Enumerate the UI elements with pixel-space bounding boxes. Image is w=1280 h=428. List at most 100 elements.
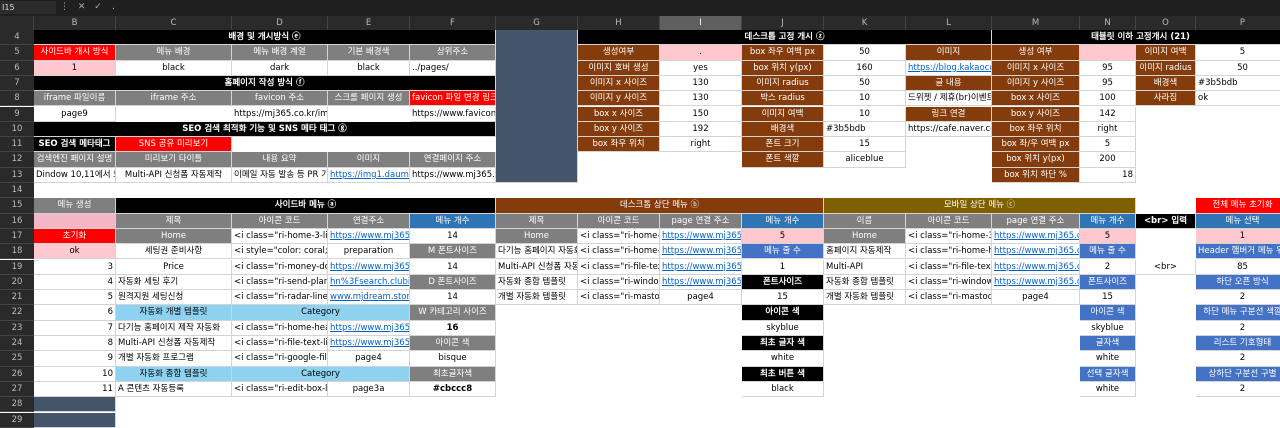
cell-J17[interactable]: 5 bbox=[742, 228, 824, 245]
cell-B13[interactable]: Dindow 10,11에서 모 bbox=[34, 167, 116, 183]
column-header-B[interactable]: B bbox=[34, 16, 116, 30]
cell-E6[interactable]: black bbox=[328, 60, 410, 76]
cell-K7[interactable]: 50 bbox=[824, 75, 906, 92]
cell-F23[interactable]: 16 bbox=[410, 320, 496, 336]
cell-M13[interactable]: box 위치 하단 % bbox=[992, 167, 1080, 183]
cell-N27[interactable]: white bbox=[1080, 381, 1136, 398]
cell-F21[interactable]: 14 bbox=[410, 290, 496, 306]
cell-K8[interactable]: 10 bbox=[824, 91, 906, 107]
cell-C13[interactable]: Multi-API 신청폼 자동제작 bbox=[116, 167, 232, 183]
cell-J5[interactable]: box 좌우 여백 px bbox=[742, 45, 824, 61]
cell-N10[interactable]: right bbox=[1080, 121, 1136, 138]
cell-P26[interactable]: 상하단 구분선 구별 bbox=[1196, 366, 1280, 382]
cell-L17[interactable]: <i class="ri-home-3-lin bbox=[906, 228, 992, 245]
cell-D19[interactable]: <i class="ri-money-dollar bbox=[232, 259, 328, 275]
cell-N6[interactable]: 95 bbox=[1080, 60, 1136, 76]
cell-H8[interactable]: 이미지 y 사이즈 bbox=[578, 91, 660, 107]
cell-I20[interactable]: https://www.mj365.c bbox=[660, 274, 742, 291]
cell-N23[interactable]: skyblue bbox=[1080, 320, 1136, 336]
cell-D23[interactable]: <i class="ri-home-heart-l bbox=[232, 320, 328, 336]
cell-I9[interactable]: 150 bbox=[660, 106, 742, 122]
cell-H18[interactable]: <i class="ri-home-hea bbox=[578, 244, 660, 260]
column-header-L[interactable]: L bbox=[906, 16, 992, 30]
cell-L6[interactable]: https://blog.kakaocdn bbox=[906, 60, 992, 76]
cell-P15[interactable]: 전체 메뉴 초기화 bbox=[1196, 198, 1280, 214]
cell-J11[interactable]: 폰트 크기 bbox=[742, 137, 824, 153]
cell-B21[interactable]: 5 bbox=[34, 290, 116, 306]
cell-J22[interactable]: 아이콘 색 bbox=[742, 305, 824, 321]
cell-F13[interactable]: https://www.mj365.co.kr/ bbox=[410, 167, 496, 183]
row-header-12[interactable]: 12 bbox=[0, 152, 34, 168]
column-header-M[interactable]: M bbox=[992, 16, 1080, 30]
cell-F5[interactable]: 상위주소 bbox=[410, 45, 496, 61]
cell-L7[interactable]: 글 내용 bbox=[906, 75, 992, 92]
sheet-grid[interactable]: 배경 및 개시방식 ⓔ 사이드바 개시 방식 메뉴 배경 메뉴 배경 계열 기본 배경색… bbox=[34, 30, 1280, 428]
row-header-24[interactable]: 24 bbox=[0, 336, 34, 352]
row-header-10[interactable]: 10 bbox=[0, 121, 34, 138]
cell-E23[interactable]: https://www.mj365.c bbox=[328, 320, 410, 336]
column-header-G[interactable]: G bbox=[496, 16, 578, 30]
cell-M5[interactable]: 생성 여부 bbox=[992, 45, 1080, 61]
cell-E17[interactable]: https://www.mj365.c bbox=[328, 228, 410, 245]
cell-O16[interactable]: <br> 입력 bbox=[1136, 213, 1196, 229]
cell-L5[interactable]: 이미지 bbox=[906, 45, 992, 61]
cell-C12[interactable]: 미리보기 타이틀 bbox=[116, 152, 232, 168]
cell-K20[interactable]: 자동화 종합 템플릿 bbox=[824, 274, 906, 291]
column-header-E[interactable]: E bbox=[328, 16, 410, 30]
formula-input[interactable]: . bbox=[108, 1, 1280, 14]
cell-J18[interactable]: 메뉴 줄 수 bbox=[742, 244, 824, 260]
cell-D20[interactable]: <i class="ri-send-plane-fill bbox=[232, 274, 328, 291]
cell-J27[interactable]: black bbox=[742, 381, 824, 398]
cell-B15[interactable]: 메뉴 생성 bbox=[34, 198, 116, 214]
cell-F25[interactable]: bisque bbox=[410, 351, 496, 367]
cell-P24[interactable]: 리스트 기호형태 bbox=[1196, 336, 1280, 352]
cell-I18[interactable]: https://www.mj365.c bbox=[660, 244, 742, 260]
column-header-C[interactable]: C bbox=[116, 16, 232, 30]
cell-J20[interactable]: 폰트사이즈 bbox=[742, 274, 824, 291]
cell-J12[interactable]: 폰트 색깔 bbox=[742, 152, 824, 168]
cell-M4[interactable]: 태블릿 이하 고정개시 (21) bbox=[992, 30, 1280, 46]
cell-K16[interactable]: 이름 bbox=[824, 213, 906, 229]
cell-P17[interactable]: 1 bbox=[1196, 228, 1280, 245]
cell-B6[interactable]: 1 bbox=[34, 60, 116, 76]
cell-B10[interactable]: SEO 검색 최적화 기능 및 SNS 메타 태그 ⓖ bbox=[34, 121, 496, 138]
cell-J19[interactable]: 1 bbox=[742, 259, 824, 275]
cell-E19[interactable]: https://www.mj365.c bbox=[328, 259, 410, 275]
cell-M6[interactable]: 이미지 x 사이즈 bbox=[992, 60, 1080, 76]
cell-L18[interactable]: <i class="ri-home-heart bbox=[906, 244, 992, 260]
cell-N11[interactable]: 5 bbox=[1080, 137, 1136, 153]
cell-I11[interactable]: right bbox=[660, 137, 742, 153]
cell-N19[interactable]: 2 bbox=[1080, 259, 1136, 275]
cell-M9[interactable]: box y 사이즈 bbox=[992, 106, 1080, 122]
cell-D13[interactable]: 이메일 자동 발송 등 PR 기능 bbox=[232, 167, 328, 183]
cell-P25[interactable]: 2 bbox=[1196, 351, 1280, 367]
cell-C11[interactable]: SNS 공유 미리보기 bbox=[116, 137, 232, 153]
cell-E25[interactable]: page4 bbox=[328, 351, 410, 367]
column-header-D[interactable]: D bbox=[232, 16, 328, 30]
cell-K18[interactable]: 홈페이지 자동제작 bbox=[824, 244, 906, 260]
row-header-5[interactable]: 5 bbox=[0, 45, 34, 61]
cell-N26[interactable]: 선택 글자색 bbox=[1080, 366, 1136, 382]
cell-B16[interactable] bbox=[34, 213, 116, 229]
cell-C17[interactable]: Home bbox=[116, 228, 232, 245]
cell-H6[interactable]: 이미지 호버 생성 bbox=[578, 60, 660, 76]
row-header-26[interactable]: 26 bbox=[0, 366, 34, 382]
row-header-28[interactable]: 28 bbox=[0, 397, 34, 413]
cell-L20[interactable]: <i class="ri-windows-f bbox=[906, 274, 992, 291]
cell-F17[interactable]: 14 bbox=[410, 228, 496, 245]
cell-J16[interactable]: 메뉴 개수 bbox=[742, 213, 824, 229]
cell-P6[interactable]: 50 bbox=[1196, 61, 1280, 76]
cell-C16[interactable]: 제목 bbox=[116, 213, 232, 229]
cell-L19[interactable]: <i class="ri-file-text-li bbox=[906, 259, 992, 275]
cell-G16[interactable]: 제목 bbox=[496, 213, 578, 229]
cell-B27[interactable]: 11 bbox=[34, 381, 116, 398]
column-header-J[interactable]: J bbox=[742, 16, 824, 30]
cell-F16[interactable]: 메뉴 개수 bbox=[410, 213, 496, 229]
cell-K5[interactable]: 50 bbox=[824, 45, 906, 61]
name-box[interactable]: I15 bbox=[0, 1, 56, 14]
cell-N22[interactable]: 아이콘 색 bbox=[1080, 305, 1136, 321]
cell-H20[interactable]: <i class="ri-windows-fi bbox=[578, 274, 660, 291]
cell-F26[interactable]: 최초글자색 bbox=[410, 366, 496, 382]
cell-N5[interactable] bbox=[1080, 45, 1136, 61]
cell-E18[interactable]: preparation bbox=[328, 244, 410, 260]
